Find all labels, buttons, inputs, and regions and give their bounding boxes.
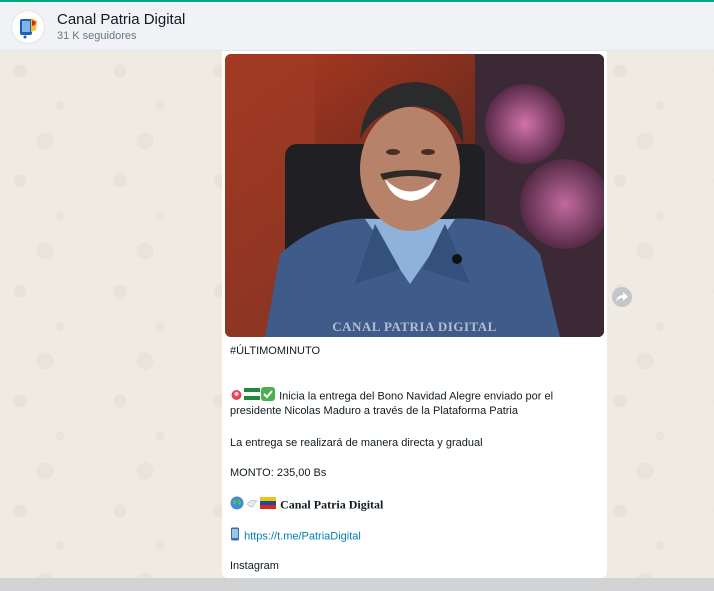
link-line: https://t.me/PatriaDigital [230, 527, 361, 546]
hashtag-text: #ÚLTIMOMINUTO [230, 345, 321, 357]
telegram-link[interactable]: https://t.me/PatriaDigital [244, 530, 361, 542]
followers-count: 31 K seguidores [57, 30, 137, 42]
announcement-line-2: presidente Nicolas Maduro a través de la… [230, 405, 518, 417]
channel-name[interactable]: Canal Patria Digital [57, 11, 185, 28]
post-photo [225, 54, 604, 337]
venezuela-flag-icon [260, 497, 276, 514]
channel-header[interactable]: Canal Patria Digital 31 K seguidores [0, 2, 714, 51]
delivery-text: La entrega se realizará de manera direct… [230, 437, 483, 449]
bottom-scroll-area [0, 578, 714, 591]
announcement-text-1: Inicia la entrega del Bono Navidad Alegr… [279, 390, 554, 403]
channel-avatar[interactable] [11, 10, 45, 44]
post-image[interactable]: CANAL PATRIA DIGITAL [225, 54, 604, 337]
dove-icon [245, 496, 259, 515]
mobile-phone-icon [230, 527, 240, 546]
image-watermark: CANAL PATRIA DIGITAL [332, 319, 497, 334]
forward-icon [616, 292, 628, 302]
amount-text: MONTO: 235,00 Bs [230, 467, 327, 479]
forward-button[interactable] [612, 287, 632, 307]
instagram-text: Instagram [230, 560, 279, 572]
signature-text: Canal Patria Digital [280, 497, 384, 512]
globe-icon [230, 496, 244, 515]
channel-post-bubble: CANAL PATRIA DIGITAL #ÚLTIMOMINUTO Inici… [222, 51, 607, 578]
signature-line: Canal Patria Digital [230, 496, 383, 515]
chat-area: CANAL PATRIA DIGITAL #ÚLTIMOMINUTO Inici… [0, 51, 714, 578]
channel-logo-icon [20, 18, 37, 39]
